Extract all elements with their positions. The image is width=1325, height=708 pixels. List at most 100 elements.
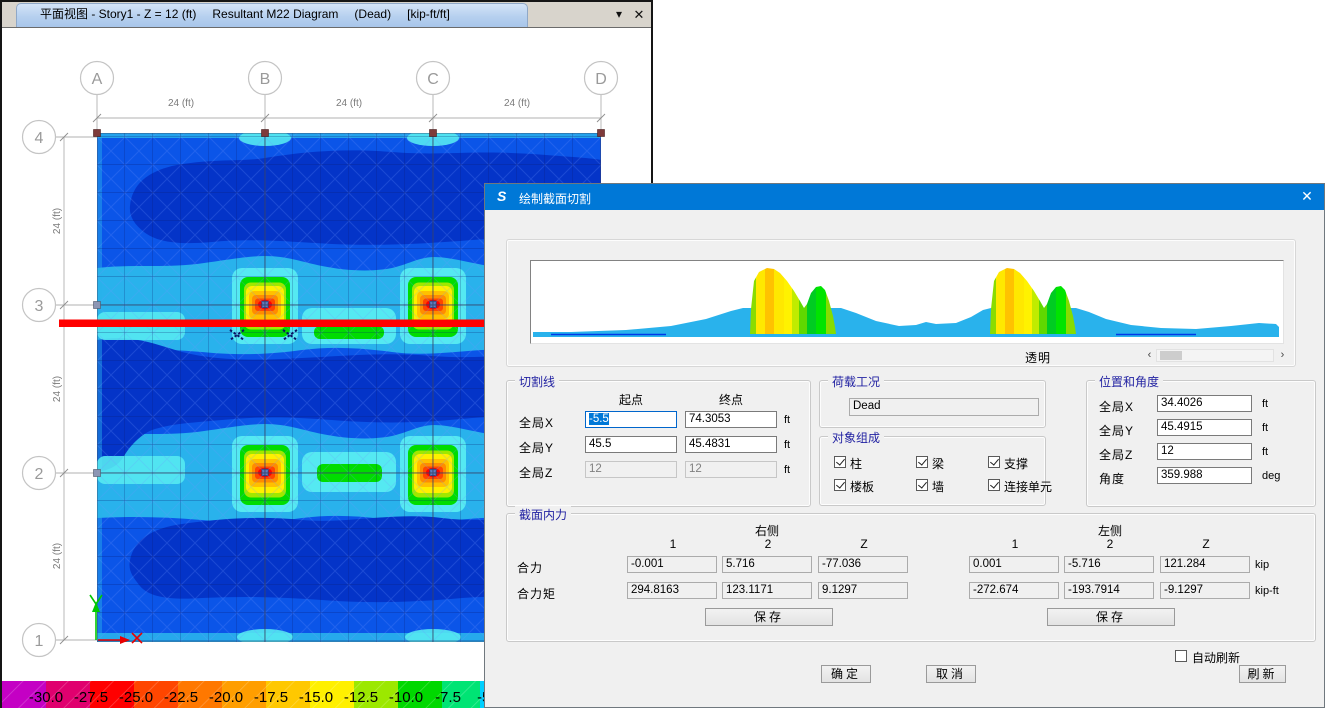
end-point-header: 终点 — [685, 391, 777, 408]
legend-label: -30.0 — [29, 689, 63, 706]
legend-label: -7.5 — [435, 689, 461, 706]
scroll-left-icon[interactable]: ‹ — [1143, 349, 1156, 362]
pos-z-input[interactable]: 12 — [1157, 443, 1252, 460]
checkbox-slab-label: 楼板 — [850, 478, 874, 495]
right-force-2: 5.716 — [722, 556, 812, 573]
right-force-1: -0.001 — [627, 556, 717, 573]
svg-text:24 (ft): 24 (ft) — [52, 208, 63, 234]
right-moment-2: 123.1171 — [722, 582, 812, 599]
global-x-label: 全局X — [519, 414, 554, 431]
svg-text:24 (ft): 24 (ft) — [336, 98, 362, 109]
cut-end-y-input[interactable]: 45.4831 — [685, 436, 777, 453]
section-forces-group: 截面内力 右侧 左侧 1 2 Z 1 2 Z 合力 -0.001 5.716 -… — [506, 513, 1316, 642]
preview-peak-cluster-1 — [750, 265, 836, 335]
checkbox-link[interactable] — [988, 479, 1000, 491]
moment-unit-label: kip-ft — [1255, 585, 1279, 597]
position-angle-group: 位置和角度 全局X 34.4026 ft 全局Y 45.4915 ft 全局Z … — [1086, 380, 1316, 507]
col-header-z: Z — [1160, 537, 1252, 551]
checkbox-beam[interactable] — [916, 456, 928, 468]
cut-end-z-input: 12 — [685, 461, 777, 478]
section-cut-preview-chart — [530, 260, 1284, 344]
left-moment-1: -272.674 — [969, 582, 1059, 599]
pos-y-input[interactable]: 45.4915 — [1157, 419, 1252, 436]
plan-window-titlebar[interactable]: 平面视图 - Story1 - Z = 12 (ft)Resultant M22… — [2, 2, 651, 28]
legend-label: -12.5 — [344, 689, 378, 706]
plan-window-title: 平面视图 - Story1 - Z = 12 (ft)Resultant M22… — [40, 2, 466, 27]
auto-refresh-checkbox[interactable] — [1175, 650, 1187, 662]
unit-label: ft — [1262, 446, 1268, 458]
global-z-label: 全局Z — [519, 464, 553, 481]
preview-baseline-band — [533, 308, 1279, 337]
legend-label: -25.0 — [119, 689, 153, 706]
angle-input[interactable]: 359.988 — [1157, 467, 1252, 484]
pos-x-input[interactable]: 34.4026 — [1157, 395, 1252, 412]
legend-label: -22.5 — [164, 689, 198, 706]
dialog-titlebar[interactable]: S 绘制截面切割 ✕ — [485, 184, 1324, 210]
left-force-2: -5.716 — [1064, 556, 1154, 573]
refresh-button[interactable]: 刷新 — [1239, 665, 1286, 683]
unit-label: ft — [784, 464, 790, 476]
legend-label: -10.0 — [389, 689, 423, 706]
checkbox-column-label: 柱 — [850, 455, 862, 472]
grid-bubble-label: D — [595, 71, 607, 88]
save-left-button[interactable]: 保存 — [1047, 608, 1175, 626]
cut-start-x-input[interactable]: -5.5 — [585, 411, 677, 428]
cancel-button[interactable]: 取消 — [926, 665, 976, 683]
legend-label: -17.5 — [254, 689, 288, 706]
load-case-value: Dead — [849, 398, 1039, 416]
cut-start-z-input: 12 — [585, 461, 677, 478]
position-angle-group-title: 位置和角度 — [1095, 373, 1163, 390]
right-moment-z: 9.1297 — [818, 582, 908, 599]
checkbox-column[interactable] — [834, 456, 846, 468]
left-moment-z: -9.1297 — [1160, 582, 1250, 599]
force-unit-label: kip — [1255, 559, 1269, 571]
app-logo-icon: S — [497, 188, 506, 204]
right-moment-1: 294.8163 — [627, 582, 717, 599]
svg-text:24 (ft): 24 (ft) — [52, 543, 63, 569]
left-force-1: 0.001 — [969, 556, 1059, 573]
window-dropdown-icon[interactable]: ▾ — [609, 2, 629, 27]
resultant-moment-label: 合力矩 — [517, 585, 556, 602]
col-header-z: Z — [818, 537, 910, 551]
checkbox-wall-label: 墙 — [932, 478, 944, 495]
section-cut-preview-panel: 透明 ‹ › — [506, 239, 1296, 367]
view-title: 平面视图 - Story1 - Z = 12 (ft) — [40, 7, 196, 21]
window-close-icon[interactable]: ✕ — [629, 2, 649, 27]
checkbox-link-label: 连接单元 — [1004, 478, 1052, 495]
checkbox-slab[interactable] — [834, 479, 846, 491]
pos-x-label: 全局X — [1099, 398, 1134, 415]
scrollbar-thumb[interactable] — [1160, 351, 1182, 360]
svg-text:24 (ft): 24 (ft) — [504, 98, 530, 109]
grid-bubble-label: 1 — [35, 633, 44, 650]
save-right-button[interactable]: 保存 — [705, 608, 833, 626]
dialog-close-icon[interactable]: ✕ — [1298, 188, 1316, 205]
unit-label: ft — [784, 439, 790, 451]
pos-y-label: 全局Y — [1099, 422, 1134, 439]
global-y-label: 全局Y — [519, 439, 554, 456]
cut-end-x-input[interactable]: 74.3053 — [685, 411, 777, 428]
legend-label: -27.5 — [74, 689, 108, 706]
object-types-group-title: 对象组成 — [828, 429, 884, 446]
cut-start-y-input[interactable]: 45.5 — [585, 436, 677, 453]
dialog-title: 绘制截面切割 — [519, 190, 591, 207]
checkbox-wall[interactable] — [916, 479, 928, 491]
grid-bubble-label: B — [260, 71, 271, 88]
transparency-scrollbar[interactable] — [1156, 349, 1274, 362]
load-case-group: 荷载工况 Dead — [819, 380, 1046, 428]
scroll-right-icon[interactable]: › — [1276, 349, 1289, 362]
resultant-force-label: 合力 — [517, 559, 543, 576]
unit-label: ft — [1262, 398, 1268, 410]
checkbox-brace[interactable] — [988, 456, 1000, 468]
left-moment-2: -193.7914 — [1064, 582, 1154, 599]
grid-bubble-label: 4 — [35, 130, 44, 147]
cut-line-group: 切割线 起点 终点 全局X -5.5 74.3053 ft 全局Y 45.5 4… — [506, 380, 811, 507]
ok-button[interactable]: 确定 — [821, 665, 871, 683]
section-forces-group-title: 截面内力 — [515, 506, 571, 523]
grid-bubble-label: C — [427, 71, 439, 88]
svg-text:24 (ft): 24 (ft) — [52, 376, 63, 402]
unit-label: ft — [784, 414, 790, 426]
transparency-label: 透明 — [1025, 349, 1051, 366]
legend-label: -15.0 — [299, 689, 333, 706]
load-case-title: (Dead) — [354, 7, 391, 21]
unit-label: deg — [1262, 470, 1280, 482]
